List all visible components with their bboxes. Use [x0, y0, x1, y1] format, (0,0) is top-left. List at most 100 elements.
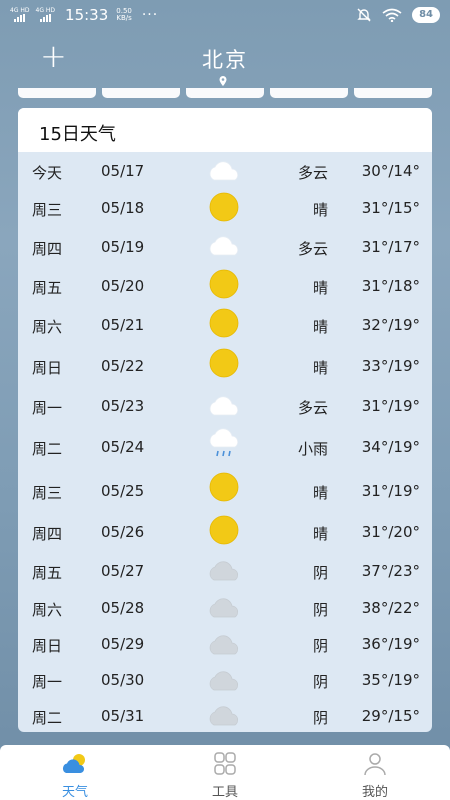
forecast-condition: 阴 [312, 709, 328, 727]
forecast-row: 周二 05/24 小雨 34°/19° [18, 425, 432, 469]
location-pin-icon [219, 76, 227, 86]
header: + 北京 [0, 30, 450, 88]
forecast-row: 周五 05/20 晴 31°/18° [18, 266, 432, 305]
user-icon [364, 753, 386, 776]
forecast-date: 05/30 [101, 671, 145, 689]
forecast-date: 05/20 [101, 277, 145, 295]
forecast-condition: 阴 [312, 637, 328, 655]
forecast-condition: 晴 [312, 484, 328, 502]
forecast-day: 周五 [32, 564, 63, 582]
bottom-nav: 天气 工具 我的 [0, 745, 450, 800]
forecast-row: 周四 05/19 多云 31°/17° [18, 227, 432, 266]
forecast-row: 周一 05/23 多云 31°/19° [18, 387, 432, 425]
sunny-icon [204, 191, 244, 223]
forecast-date: 05/24 [101, 438, 145, 456]
forecast-row: 周日 05/29 阴 36°/19° [18, 626, 432, 662]
forecast-row: 周日 05/22 晴 33°/19° [18, 345, 432, 387]
forecast-date: 05/31 [101, 707, 145, 725]
overcast-icon [204, 628, 244, 660]
network-rate-unit: KB/s [116, 14, 132, 22]
forecast-day: 周四 [32, 240, 63, 258]
forecast-day: 周三 [32, 484, 63, 502]
light-rain-icon [204, 427, 244, 459]
forecast-date: 05/26 [101, 523, 145, 541]
forecast-temperature: 31°/19° [361, 397, 420, 415]
mute-bell-icon [357, 8, 371, 22]
tab-mine[interactable]: 我的 [300, 745, 450, 800]
forecast-date: 05/29 [101, 635, 145, 653]
forecast-day: 周四 [32, 525, 63, 543]
forecast-temperature: 31°/15° [361, 199, 420, 217]
forecast-condition: 晴 [312, 279, 328, 297]
forecast-row: 周三 05/18 晴 31°/15° [18, 189, 432, 227]
forecast-day: 周二 [32, 440, 63, 458]
forecast-condition: 小雨 [297, 440, 328, 458]
network-rate: 0.50 KB/s [116, 8, 132, 22]
forecast-day: 周日 [32, 359, 63, 377]
forecast-temperature: 30°/14° [361, 162, 420, 180]
forecast-row: 今天 05/17 多云 30°/14° [18, 152, 432, 189]
forecast-temperature: 31°/19° [361, 482, 420, 500]
forecast-temperature: 31°/18° [361, 277, 420, 295]
forecast-temperature: 29°/15° [361, 707, 420, 725]
forecast-date: 05/27 [101, 562, 145, 580]
tab-tools-label: 工具 [211, 785, 238, 800]
forecast-row: 周二 05/31 阴 29°/15° [18, 697, 432, 732]
forecast-date: 05/19 [101, 238, 145, 256]
forecast-condition: 晴 [312, 525, 328, 543]
clock: 15:33 [65, 6, 109, 24]
forecast-date: 05/28 [101, 599, 145, 617]
tab-weather[interactable]: 天气 [0, 745, 150, 800]
sunny-icon [204, 347, 244, 379]
forecast-day: 周二 [32, 709, 63, 727]
forecast-date: 05/21 [101, 316, 145, 334]
forecast-condition: 晴 [312, 318, 328, 336]
signal-icon: 4G HD [10, 8, 30, 22]
forecast-row: 周五 05/27 阴 37°/23° [18, 552, 432, 589]
forecast-date: 05/25 [101, 482, 145, 500]
tab-tools[interactable]: 工具 [150, 745, 300, 800]
forecast-temperature: 33°/19° [361, 357, 420, 375]
cloudy-icon [204, 154, 244, 186]
tab-weather-label: 天气 [61, 785, 88, 800]
cloudy-icon [204, 229, 244, 261]
signal-icon-2: 4G HD [36, 8, 55, 22]
forecast-row: 周一 05/30 阴 35°/19° [18, 662, 432, 697]
overcast-icon [204, 591, 244, 623]
forecast-date: 05/18 [101, 199, 145, 217]
weather-tab-icon [62, 754, 85, 773]
forecast-condition: 晴 [312, 359, 328, 377]
forecast-temperature: 31°/20° [361, 523, 420, 541]
forecast-day: 周六 [32, 601, 63, 619]
forecast-condition: 阴 [312, 564, 328, 582]
forecast-day: 今天 [32, 164, 63, 182]
forecast-day: 周一 [32, 399, 63, 417]
forecast-day: 周五 [32, 279, 63, 297]
forecast-temperature: 31°/17° [361, 238, 420, 256]
previous-card-strip [18, 88, 432, 98]
sunny-icon [204, 471, 244, 503]
forecast-day: 周三 [32, 201, 63, 219]
forecast-temperature: 38°/22° [361, 599, 420, 617]
forecast-title: 15日天气 [18, 108, 432, 152]
overcast-icon [204, 554, 244, 586]
forecast-row: 周六 05/28 阴 38°/22° [18, 589, 432, 626]
forecast-temperature: 35°/19° [361, 671, 420, 689]
cloudy-icon [204, 389, 244, 421]
forecast-date: 05/22 [101, 357, 145, 375]
more-notifications-icon: ··· [141, 7, 159, 23]
wifi-icon [382, 8, 402, 22]
city-title: 北京 [202, 48, 248, 72]
tab-mine-label: 我的 [361, 785, 388, 800]
forecast-condition: 阴 [312, 673, 328, 691]
forecast-row: 周六 05/21 晴 32°/19° [18, 305, 432, 345]
grid-icon [214, 752, 236, 775]
forecast-condition: 多云 [297, 164, 328, 182]
forecast-temperature: 32°/19° [361, 316, 420, 334]
forecast-temperature: 36°/19° [361, 635, 420, 653]
status-bar: 4G HD 4G HD 15:33 0.50 KB/s ··· 84 [0, 0, 450, 30]
forecast-row: 周四 05/26 晴 31°/20° [18, 512, 432, 552]
overcast-icon [204, 699, 244, 731]
sunny-icon [204, 307, 244, 339]
sunny-icon [204, 268, 244, 300]
